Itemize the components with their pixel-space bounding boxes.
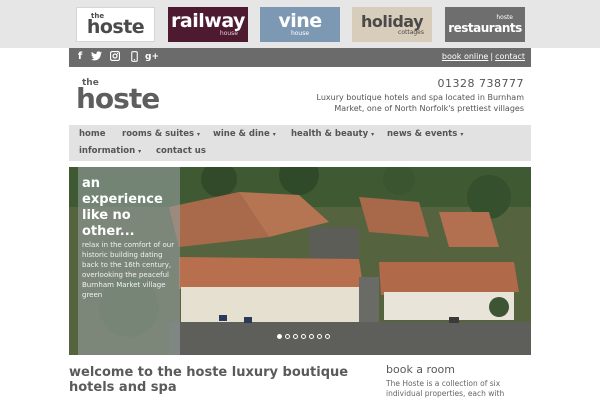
hero-title: an experience like no other... (82, 176, 163, 239)
brand-holiday-link[interactable]: holiday cottages (352, 7, 432, 42)
chevron-down-icon: ▾ (197, 131, 201, 138)
chevron-down-icon: ▾ (460, 131, 464, 138)
instagram-icon[interactable] (109, 50, 121, 63)
nav-item-label: information (79, 146, 136, 156)
book-room-heading: book a room (386, 363, 456, 376)
welcome-heading: welcome to the hoste luxury boutique hot… (69, 365, 349, 395)
slider-dot[interactable] (285, 334, 290, 339)
chevron-down-icon: ▾ (371, 131, 375, 138)
nav-item-label: news & events (387, 129, 458, 139)
brand-restaurants-name: restaurants (448, 21, 522, 35)
brand-vine-link[interactable]: vine house (260, 7, 340, 42)
brand-hoste-link[interactable]: the hoste (76, 7, 155, 42)
brand-railway-name: railway (171, 10, 245, 32)
chevron-down-icon: ▾ (138, 148, 142, 155)
main-nav: home rooms & suites ▾ wine & dine ▾ health… (69, 125, 531, 161)
chevron-down-icon: ▾ (272, 131, 276, 138)
book-online-link[interactable]: book online (442, 52, 488, 61)
book-room-text: The Hoste is a collection of six individ… (386, 379, 505, 400)
brand-railway-sub: house (219, 30, 238, 37)
slider-dot[interactable] (317, 334, 322, 339)
site-logo[interactable]: the hoste (76, 79, 160, 115)
nav-item-label: wine & dine (213, 129, 270, 139)
brand-vine-name: vine (278, 10, 322, 32)
nav-item-news-events[interactable]: news & events ▾ (387, 129, 463, 140)
top-links-separator: | (490, 52, 494, 61)
mobile-icon[interactable] (128, 51, 140, 63)
phone-number[interactable]: 01328 738777 (438, 77, 524, 90)
hero-text: relax in the comfort of our historic bui… (82, 241, 175, 299)
social-bar: f g+ book online | contact (69, 48, 531, 67)
nav-item-contact-us[interactable]: contact us (156, 146, 206, 156)
slider-dot[interactable] (325, 334, 330, 339)
nav-item-label: rooms & suites (122, 129, 195, 139)
slider-dot[interactable] (301, 334, 306, 339)
hero-slider[interactable]: an experience like no other... relax in … (69, 167, 531, 355)
brand-railway-link[interactable]: railway house (168, 7, 248, 42)
facebook-icon[interactable]: f (74, 51, 86, 63)
nav-item-label: contact us (156, 146, 206, 156)
brand-hoste-name: hoste (86, 15, 145, 38)
brand-restaurants-link[interactable]: hoste restaurants (445, 7, 525, 42)
nav-item-rooms[interactable]: rooms & suites ▾ (122, 129, 200, 140)
nav-item-health-beauty[interactable]: health & beauty ▾ (291, 129, 374, 140)
brand-vine-sub: house (290, 30, 310, 37)
nav-item-home[interactable]: home (79, 129, 106, 139)
hero-caption-panel: an experience like no other... relax in … (78, 167, 180, 355)
google-plus-icon[interactable]: g+ (145, 51, 159, 63)
contact-link[interactable]: contact (495, 52, 525, 61)
slider-dots (277, 334, 330, 339)
nav-item-label: health & beauty (291, 129, 369, 139)
slider-dot[interactable] (293, 334, 298, 339)
brand-bar: the hoste railway house vine house holid… (0, 0, 600, 48)
twitter-icon[interactable] (90, 51, 102, 63)
slider-dot[interactable] (309, 334, 314, 339)
top-links: book online | contact (442, 51, 525, 63)
nav-item-label: home (79, 129, 106, 139)
nav-item-wine-dine[interactable]: wine & dine ▾ (213, 129, 276, 140)
slider-dot[interactable] (277, 334, 282, 339)
logo-name: hoste (76, 82, 160, 115)
brand-holiday-name: holiday (360, 11, 424, 31)
tagline: Luxury boutique hotels and spa located i… (316, 93, 525, 113)
brand-holiday-sub: cottages (398, 28, 424, 36)
nav-item-information[interactable]: information ▾ (79, 146, 141, 157)
